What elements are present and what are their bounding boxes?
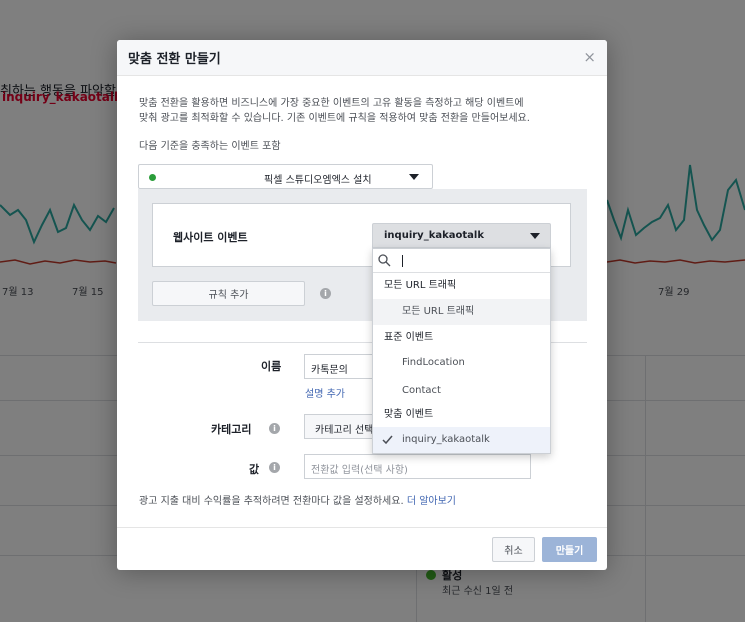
- menu-group-custom: 맞춤 이벤트: [384, 409, 434, 420]
- rule-label: 웹사이트 이벤트: [173, 231, 248, 244]
- caret-down-icon: [409, 174, 419, 180]
- menu-group-all-url: 모든 URL 트래픽: [384, 280, 457, 291]
- dialog-title: 맞춤 전환 만들기: [128, 52, 221, 67]
- dialog-intro: 맞춤 전환을 활용하면 비즈니스에 가장 중요한 이벤트의 고유 활동을 측정하…: [139, 96, 594, 126]
- menu-option-inquiry-kakaotalk[interactable]: inquiry_kakaotalk: [373, 427, 550, 453]
- info-icon[interactable]: i: [320, 288, 331, 299]
- value-input[interactable]: 전환값 입력(선택 사항): [304, 454, 531, 479]
- add-description-link[interactable]: 설명 추가: [305, 385, 345, 400]
- caret-down-icon: [530, 233, 540, 239]
- category-label: 카테고리: [211, 423, 252, 436]
- info-icon[interactable]: i: [269, 423, 280, 434]
- learn-more-link[interactable]: 더 알아보기: [407, 496, 456, 507]
- menu-option-findlocation[interactable]: FindLocation: [373, 351, 550, 375]
- footer-divider: [117, 527, 607, 528]
- value-label: 값: [249, 463, 260, 476]
- dialog-header: 맞춤 전환 만들기 ×: [117, 40, 607, 76]
- event-dropdown-menu: 모든 URL 트래픽 모든 URL 트래픽 표준 이벤트 FindLocatio…: [372, 248, 551, 454]
- roi-help: 광고 지출 대비 수익률을 추적하려면 전환마다 값을 설정하세요. 더 알아보…: [139, 492, 456, 507]
- info-icon[interactable]: i: [269, 462, 280, 473]
- search-icon: [378, 254, 391, 267]
- text-cursor: [402, 255, 403, 267]
- intro-line: 맞춰 광고를 최적화할 수 있습니다. 기존 이벤트에 규칙을 적용하여 맞춤 …: [139, 113, 530, 124]
- close-icon[interactable]: ×: [583, 48, 596, 66]
- add-rule-button[interactable]: 규칙 추가: [152, 281, 305, 306]
- website-event-dropdown[interactable]: inquiry_kakaotalk: [372, 223, 551, 248]
- intro-line: 맞춤 전환을 활용하면 비즈니스에 가장 중요한 이벤트의 고유 활동을 측정하…: [139, 98, 524, 109]
- pixel-name: 픽셀 스튜디오엠엑스 설치: [264, 175, 372, 186]
- cancel-button[interactable]: 취소: [492, 537, 535, 562]
- menu-option-contact[interactable]: Contact: [373, 379, 550, 403]
- selected-event: inquiry_kakaotalk: [384, 230, 484, 241]
- name-label: 이름: [261, 360, 282, 373]
- menu-option-label: inquiry_kakaotalk: [402, 434, 490, 445]
- pixel-status-dot-icon: [149, 174, 156, 181]
- criteria-label: 다음 기준을 충족하는 이벤트 포함: [139, 141, 281, 152]
- roi-help-text: 광고 지출 대비 수익률을 추적하려면 전환마다 값을 설정하세요.: [139, 496, 404, 507]
- event-search-input[interactable]: [373, 249, 550, 273]
- menu-group-standard: 표준 이벤트: [384, 332, 434, 343]
- check-icon: [382, 435, 393, 445]
- create-button[interactable]: 만들기: [542, 537, 597, 562]
- pixel-dropdown[interactable]: 픽셀 스튜디오엠엑스 설치: [138, 164, 433, 189]
- menu-option-all-url[interactable]: 모든 URL 트래픽: [373, 299, 550, 325]
